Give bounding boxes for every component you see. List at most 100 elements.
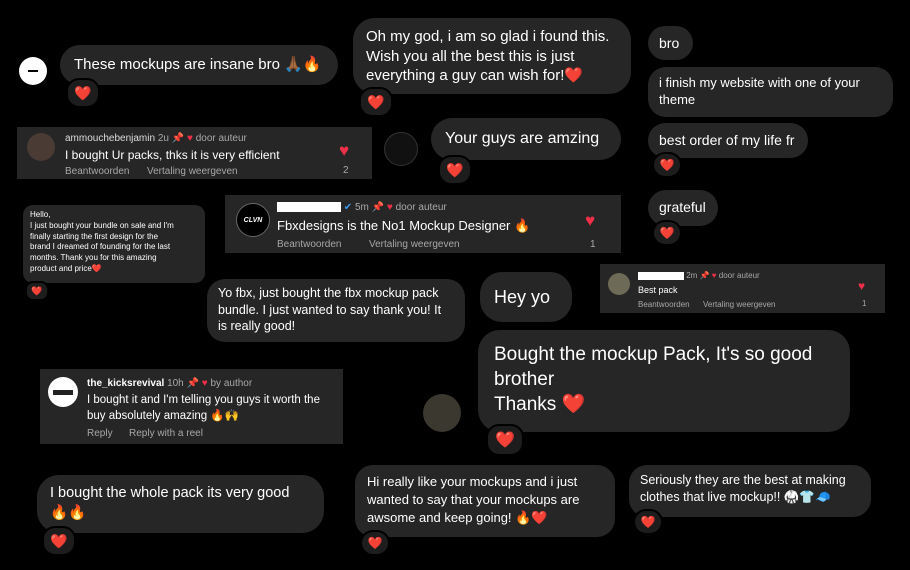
heart-icon: ♥ bbox=[711, 271, 717, 280]
author-tag: by author bbox=[210, 378, 253, 389]
pin-icon: 📌 bbox=[186, 378, 199, 389]
translate-link[interactable]: Vertaling weergeven bbox=[369, 239, 460, 250]
reply-link[interactable]: Reply bbox=[87, 428, 113, 439]
message-text: Your guys are amzing bbox=[445, 130, 600, 147]
message-text: brother bbox=[494, 369, 555, 391]
translate-link[interactable]: Vertaling weergeven bbox=[703, 300, 776, 309]
message-text: These mockups are insane bro 🙏🏾🔥 bbox=[74, 56, 322, 73]
comment-username[interactable]: the_kicksrevival bbox=[87, 378, 164, 389]
comment-meta: 2m 📌 ♥ door auteur bbox=[638, 271, 760, 280]
message-text: finally starting the first design for th… bbox=[30, 231, 159, 241]
heart-reaction[interactable]: ❤️ bbox=[360, 530, 390, 556]
comment-text: I bought it and I'm telling you guys it … bbox=[87, 394, 320, 406]
message-text: Thanks ❤️ bbox=[494, 394, 586, 416]
avatar[interactable] bbox=[48, 377, 78, 407]
comment-time: 2m bbox=[686, 271, 698, 280]
message-text: Hello, bbox=[30, 210, 51, 219]
message-text: bro bbox=[659, 35, 680, 51]
message-bubble: bro bbox=[648, 26, 693, 60]
heart-reaction[interactable]: ❤️ bbox=[66, 78, 100, 108]
avatar[interactable] bbox=[19, 57, 47, 85]
message-bubble: Oh my god, i am so glad i found this. Wi… bbox=[353, 18, 631, 94]
pin-icon: 📌 bbox=[371, 202, 385, 213]
message-text: brand I dreamed of founding for the last bbox=[30, 242, 171, 252]
message-text: Yo fbx, just bought the fbx mockup pack bbox=[218, 286, 439, 300]
message-bubble: Hi really like your mockups and i just w… bbox=[355, 465, 615, 537]
avatar[interactable] bbox=[608, 273, 630, 295]
message-text: 🔥🔥 bbox=[50, 504, 87, 521]
message-text: Hey yo bbox=[494, 287, 551, 307]
message-text: theme bbox=[659, 91, 696, 107]
minus-icon bbox=[28, 70, 38, 72]
message-text: Wish you all the best this is just bbox=[366, 47, 575, 65]
avatar[interactable]: CLVN bbox=[236, 203, 270, 237]
heart-icon: ♥ bbox=[186, 133, 193, 144]
avatar[interactable] bbox=[384, 132, 418, 166]
comment-time: 10h bbox=[167, 378, 184, 389]
message-text: everything a guy can wish for!❤️ bbox=[366, 67, 584, 84]
message-text: Oh my god, i am so glad i found this. bbox=[366, 28, 610, 45]
comment-time: 2u bbox=[157, 133, 169, 144]
like-count: 1 bbox=[862, 299, 867, 308]
comment-meta: ammouchebenjamin 2u 📌 ♥ door auteur bbox=[65, 133, 247, 144]
message-text: grateful bbox=[659, 199, 706, 215]
avatar[interactable] bbox=[423, 394, 461, 432]
avatar[interactable] bbox=[27, 133, 55, 161]
heart-reaction[interactable]: ❤️ bbox=[652, 220, 682, 246]
message-text: product and price❤️ bbox=[30, 263, 102, 273]
comment-time: 5m bbox=[354, 202, 369, 213]
author-tag: door auteur bbox=[718, 271, 760, 280]
message-text: I bought the whole pack its very good bbox=[50, 485, 290, 501]
reply-with-reel-link[interactable]: Reply with a reel bbox=[129, 428, 203, 439]
message-bubble: Seriously they are the best at making cl… bbox=[629, 465, 871, 517]
username-redacted bbox=[277, 202, 341, 213]
comment-card: the_kicksrevival 10h 📌 ♥ by author I bou… bbox=[40, 369, 343, 444]
reply-link[interactable]: Beantwoorden bbox=[638, 300, 690, 309]
avatar-logo-text: CLVN bbox=[243, 216, 263, 224]
message-text: awsome and keep going! 🔥❤️ bbox=[367, 510, 548, 526]
heart-icon: ♥ bbox=[386, 202, 393, 213]
reply-link[interactable]: Beantwoorden bbox=[65, 166, 130, 177]
like-heart-icon[interactable]: ♥ bbox=[585, 211, 595, 231]
message-bubble: I bought the whole pack its very good 🔥🔥 bbox=[37, 475, 324, 533]
message-text: Bought the mockup Pack, It's so good bbox=[494, 344, 813, 365]
message-text: clothes that live mockup!! 🥋👕🧢 bbox=[640, 489, 831, 504]
comment-text: Best pack bbox=[638, 285, 678, 295]
author-tag: door auteur bbox=[195, 133, 247, 144]
comment-username[interactable]: ammouchebenjamin bbox=[65, 133, 155, 144]
message-text: Hi really like your mockups and i just bbox=[367, 474, 578, 489]
message-text: best order of my life fr bbox=[659, 132, 795, 148]
message-bubble: Yo fbx, just bought the fbx mockup pack … bbox=[207, 279, 465, 342]
comment-meta: ✔ 5m 📌 ♥ door auteur bbox=[277, 202, 447, 213]
message-bubble: i finish my website with one of your the… bbox=[648, 67, 893, 117]
author-tag: door auteur bbox=[395, 202, 447, 213]
comment-card: CLVN ✔ 5m 📌 ♥ door auteur Fbxdesigns is … bbox=[225, 195, 621, 253]
comment-card: 2m 📌 ♥ door auteur Best pack Beantwoorde… bbox=[600, 264, 885, 313]
message-text: bundle. I just wanted to say thank you! … bbox=[218, 302, 442, 317]
heart-reaction[interactable]: ❤️ bbox=[42, 526, 76, 556]
pin-icon: 📌 bbox=[171, 133, 185, 144]
logo-icon bbox=[53, 389, 73, 395]
username-redacted bbox=[638, 271, 684, 280]
heart-reaction[interactable]: ❤️ bbox=[438, 155, 472, 185]
verified-badge-icon: ✔ bbox=[343, 202, 353, 213]
like-count: 2 bbox=[343, 165, 349, 176]
comment-text: I bought Ur packs, thks it is very effic… bbox=[65, 148, 280, 162]
heart-reaction[interactable]: ❤️ bbox=[359, 87, 393, 117]
heart-reaction[interactable]: ❤️ bbox=[652, 152, 682, 178]
message-bubble: Your guys are amzing bbox=[431, 118, 621, 160]
message-bubble: Hello, I just bought your bundle on sale… bbox=[23, 205, 205, 283]
message-text: months. Thank you for this amazing bbox=[30, 253, 157, 263]
translate-link[interactable]: Vertaling weergeven bbox=[147, 166, 238, 177]
like-heart-icon[interactable]: ♥ bbox=[858, 279, 865, 293]
heart-reaction[interactable]: ❤️ bbox=[486, 424, 524, 456]
heart-icon: ♥ bbox=[201, 378, 208, 389]
message-bubble: These mockups are insane bro 🙏🏾🔥 bbox=[60, 45, 338, 85]
heart-reaction[interactable]: ❤️ bbox=[633, 509, 663, 535]
like-heart-icon[interactable]: ♥ bbox=[339, 141, 349, 161]
heart-reaction[interactable]: ❤️ bbox=[25, 281, 49, 301]
comment-text: Fbxdesigns is the No1 Mockup Designer 🔥 bbox=[277, 218, 531, 233]
reply-link[interactable]: Beantwoorden bbox=[277, 239, 342, 250]
message-bubble: Hey yo bbox=[480, 272, 572, 322]
like-count: 1 bbox=[590, 239, 596, 250]
